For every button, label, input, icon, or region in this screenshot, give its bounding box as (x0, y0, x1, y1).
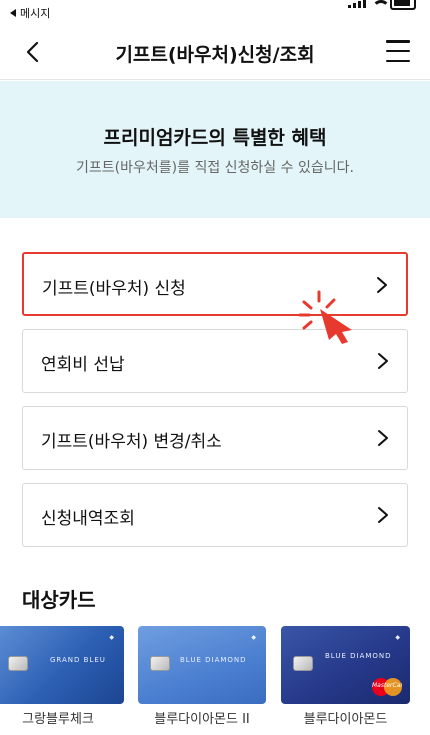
status-back-to-app[interactable]: 메시지 (10, 5, 50, 21)
status-bar: 메시지 (0, 0, 430, 24)
chevron-right-icon (377, 277, 387, 293)
card-chip-icon (150, 656, 170, 671)
page-title: 기프트(바우처)신청/조회 (115, 44, 315, 66)
hamburger-menu-button[interactable] (386, 40, 410, 62)
status-back-label: 메시지 (20, 7, 51, 20)
battery-icon (390, 0, 416, 10)
card-issuer-logo: ◆ (395, 634, 400, 641)
card-chip-icon (8, 656, 28, 671)
benefit-banner: 프리미엄카드의 특별한 혜택 기프트(바우처를)를 직접 신청하실 수 있습니다… (0, 81, 430, 218)
mastercard-logo: MasterCard (372, 678, 402, 696)
hamburger-line (386, 59, 410, 62)
chevron-right-icon (378, 507, 388, 523)
card-chip-icon (293, 656, 313, 671)
tap-pointer-icon (298, 290, 352, 344)
card-name: 그랑블루체크 (22, 712, 94, 727)
hamburger-line (386, 40, 410, 43)
menu-item-label: 기프트(바우처) 변경/취소 (41, 432, 222, 452)
banner-subtitle: 기프트(바우처를)를 직접 신청하실 수 있습니다. (76, 160, 354, 176)
status-icons (348, 0, 416, 10)
card-grand-bleu-check[interactable]: ◆ GRAND BLEU (0, 626, 124, 704)
chevron-right-icon (378, 353, 388, 369)
card-blue-diamond-2[interactable]: ◆ BLUE DIAMOND (138, 626, 266, 704)
card-issuer-logo: ◆ (251, 634, 256, 641)
menu-item-gift-change-cancel[interactable]: 기프트(바우처) 변경/취소 (22, 406, 408, 470)
back-triangle-icon (10, 9, 16, 17)
menu-item-label: 기프트(바우처) 신청 (42, 279, 186, 299)
hamburger-line (386, 49, 410, 53)
app-header: 기프트(바우처)신청/조회 (0, 24, 430, 80)
signal-icon (348, 0, 366, 8)
chevron-right-icon (378, 430, 388, 446)
menu-item-label: 신청내역조회 (41, 509, 135, 529)
menu-item-application-history[interactable]: 신청내역조회 (22, 483, 408, 547)
banner-title: 프리미엄카드의 특별한 혜택 (103, 127, 327, 149)
card-brand-text: BLUE DIAMOND (180, 656, 247, 664)
menu-item-label: 연회비 선납 (41, 355, 125, 375)
card-name: 블루다이아몬드 (303, 712, 388, 727)
card-brand-text: BLUE DIAMOND (325, 652, 392, 660)
card-name: 블루다이아몬드 II (154, 712, 250, 727)
card-issuer-logo: ◆ (109, 634, 114, 641)
wifi-icon (372, 0, 390, 8)
card-blue-diamond[interactable]: ◆ BLUE DIAMOND MasterCard (281, 626, 410, 704)
card-brand-text: GRAND BLEU (50, 656, 106, 664)
target-cards-title: 대상카드 (22, 588, 96, 612)
